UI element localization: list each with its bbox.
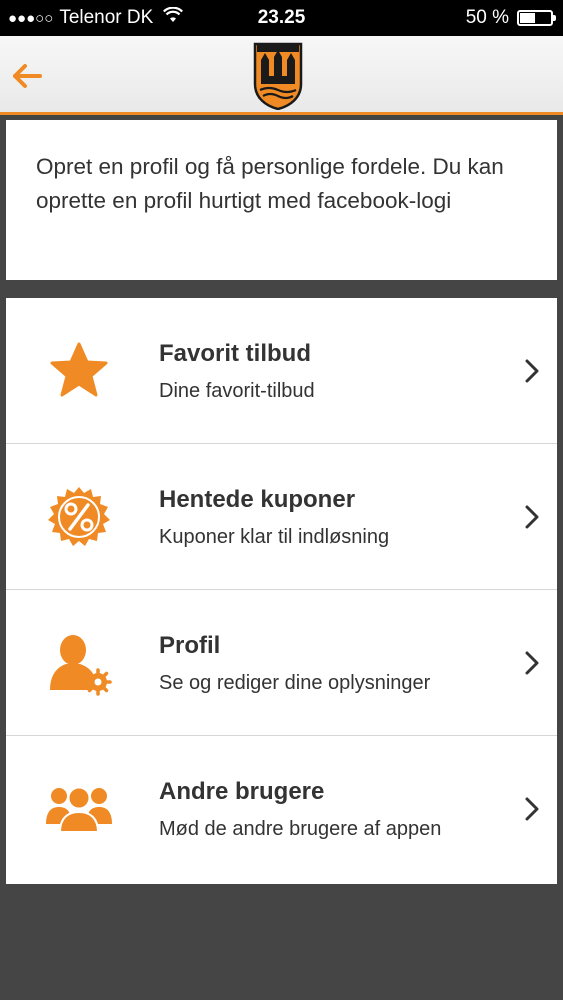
menu-item-profil[interactable]: Profil Se og rediger dine oplysninger: [6, 590, 557, 736]
club-crest-icon: [253, 42, 303, 111]
menu-item-subtitle: Se og rediger dine oplysninger: [159, 672, 431, 694]
menu-item-subtitle: Mød de andre brugere af appen: [159, 818, 442, 840]
star-icon: [46, 338, 112, 404]
battery-percentage: 50 %: [465, 7, 509, 28]
menu-item-title: Andre brugere: [159, 778, 325, 805]
battery-icon: [517, 10, 556, 26]
user-settings-icon: [46, 630, 112, 696]
chevron-right-icon: [523, 358, 541, 384]
chevron-right-icon: [523, 650, 541, 676]
back-arrow-icon: [13, 64, 42, 88]
status-bar: ●●●○○ Telenor DK 23.25 50 %: [0, 0, 563, 36]
back-button[interactable]: [10, 58, 46, 94]
menu-item-title: Favorit tilbud: [159, 340, 311, 367]
menu-item-favorit-tilbud[interactable]: Favorit tilbud Dine favorit-tilbud: [6, 298, 557, 444]
status-bar-right: 50 %: [465, 7, 556, 29]
menu-item-subtitle: Kuponer klar til indløsning: [159, 526, 390, 548]
menu-item-andre-brugere[interactable]: Andre brugere Mød de andre brugere af ap…: [6, 736, 557, 882]
profile-menu: Favorit tilbud Dine favorit-tilbud Hente…: [6, 298, 557, 884]
chevron-right-icon: [523, 504, 541, 530]
menu-item-subtitle: Dine favorit-tilbud: [159, 380, 315, 402]
menu-item-title: Profil: [159, 632, 221, 659]
navigation-bar: [0, 36, 563, 115]
chevron-right-icon: [523, 796, 541, 822]
percent-badge-icon: [46, 484, 112, 550]
menu-item-hentede-kuponer[interactable]: Hentede kuponer Kuponer klar til indløsn…: [6, 444, 557, 590]
users-group-icon: [46, 776, 112, 842]
intro-card: Opret en profil og få personlige fordele…: [6, 120, 557, 280]
club-crest-logo: [252, 40, 304, 111]
menu-item-title: Hentede kuponer: [159, 486, 356, 513]
intro-text: Opret en profil og få personlige fordele…: [36, 154, 504, 213]
